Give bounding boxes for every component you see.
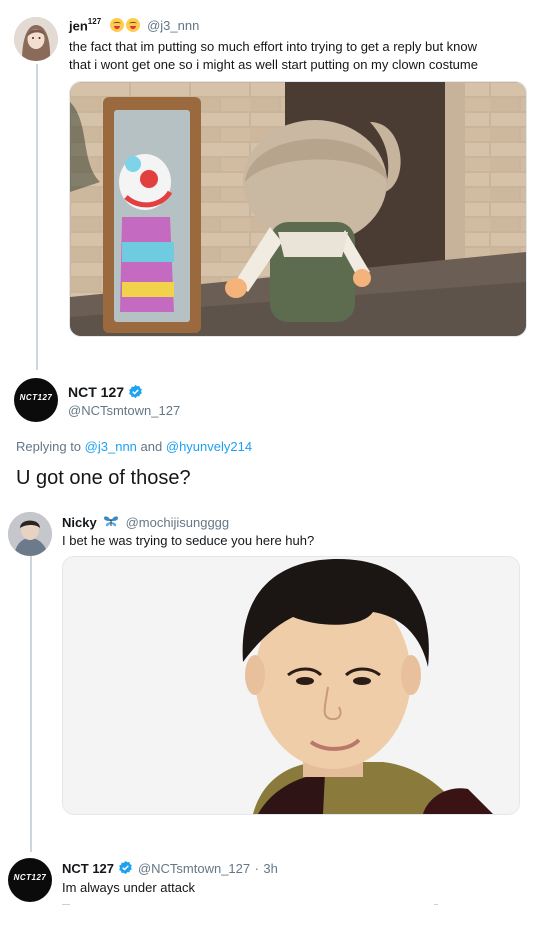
display-name[interactable]: NCT 127 — [68, 384, 124, 400]
user-handle[interactable]: @mochijisungggg — [126, 515, 230, 530]
user-handle[interactable]: @NCTsmtown_127 — [138, 861, 250, 876]
user-handle[interactable]: @j3_nnn — [147, 18, 199, 33]
tweet-media-image[interactable] — [62, 556, 520, 815]
avatar-photo — [14, 17, 58, 61]
tweet-media-image[interactable] — [69, 81, 527, 337]
tweet-timestamp[interactable]: 3h — [263, 861, 277, 876]
tweet-header: NCT 127 — [68, 384, 143, 402]
game-screenshot — [70, 82, 526, 336]
thread-line-1 — [36, 64, 38, 370]
reply-user-link[interactable]: @hyunvely214 — [166, 439, 252, 454]
tweet-text: I bet he was trying to seduce you here h… — [62, 533, 315, 548]
tweet-text: the fact that im putting so much effort … — [69, 38, 539, 74]
divider — [62, 904, 70, 905]
display-name[interactable]: NCT 127 — [62, 861, 114, 876]
divider — [434, 904, 438, 905]
avatar-photo — [8, 512, 52, 556]
tweet-text: U got one of those? — [16, 467, 191, 489]
tweet-header: Nicky @mochijisungggg — [62, 514, 229, 532]
avatar[interactable]: NCT127 — [8, 858, 52, 902]
tongue-face-icon — [125, 18, 140, 33]
tweet-header: jen127 @j3_nnn — [69, 17, 199, 35]
reply-user-link[interactable]: @j3_nnn — [85, 439, 137, 454]
butterfly-icon — [104, 516, 119, 527]
replying-to: Replying to @j3_nnn and @hyunvely214 — [16, 439, 252, 454]
avatar-logo-text: NCT127 — [13, 873, 47, 882]
name-superscript: 127 — [87, 17, 102, 26]
avatar[interactable]: NCT127 — [14, 378, 58, 422]
replying-and: and — [140, 439, 163, 454]
display-name[interactable]: jen — [69, 18, 88, 33]
tongue-face-icon — [109, 18, 124, 33]
user-handle[interactable]: @NCTsmtown_127 — [68, 403, 180, 418]
thread-line-2 — [30, 556, 32, 852]
tweet-text-line: the fact that im putting so much effort … — [69, 39, 478, 54]
verified-badge-icon — [129, 384, 143, 399]
tweet-header: NCT 127 @NCTsmtown_127 · 3h — [62, 860, 278, 878]
replying-to-label: Replying to — [16, 439, 82, 454]
portrait-photo — [63, 557, 519, 814]
avatar-logo-text: NCT127 — [19, 393, 53, 402]
time-separator: · — [254, 861, 259, 876]
verified-badge-icon — [119, 860, 133, 875]
display-name[interactable]: Nicky — [62, 515, 97, 530]
tweet-text-line: that i wont get one so i might as well s… — [69, 57, 478, 72]
avatar[interactable] — [8, 512, 52, 556]
tweet-text: Im always under attack — [62, 880, 195, 895]
avatar[interactable] — [14, 17, 58, 61]
